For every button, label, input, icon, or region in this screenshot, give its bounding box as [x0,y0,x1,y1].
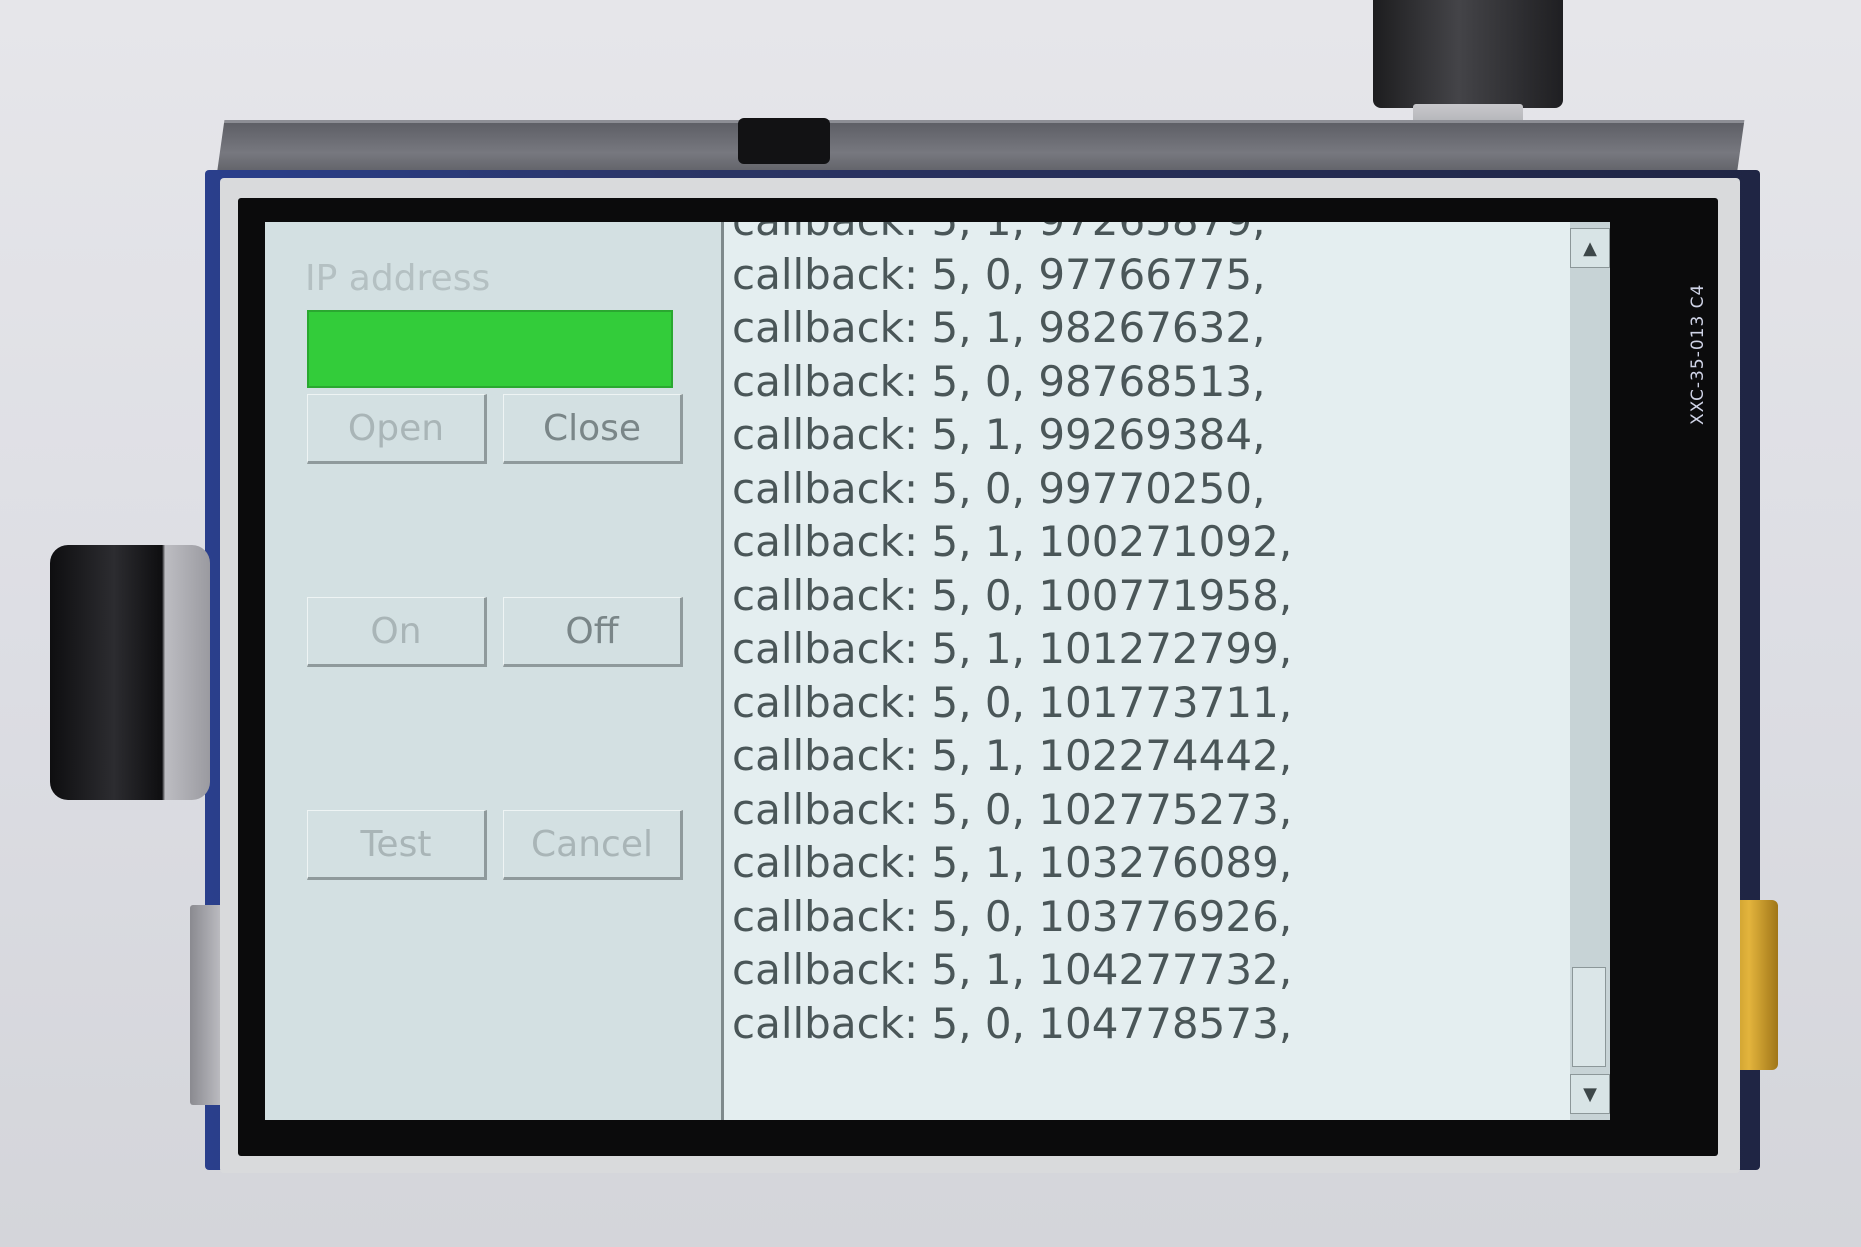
log-scrollbar[interactable]: ▲ ▼ [1570,222,1610,1120]
test-button[interactable]: Test [307,810,487,880]
usb-cable-plug [1373,0,1563,108]
pcb-label: XXC-35-013 C4 [1688,283,1708,425]
lcd-screen: IP address Open Close On Off Test Cancel… [265,222,1610,1120]
close-button[interactable]: Close [503,394,683,464]
on-button[interactable]: On [307,597,487,667]
log-line: callback: 5, 0, 101773711, [732,677,1293,727]
log-line: callback: 5, 0, 104778573, [732,998,1293,1048]
callback-log[interactable]: callback: 5, 1, 97265879,callback: 5, 0,… [724,222,1570,1120]
log-line: callback: 5, 0, 97766775, [732,249,1266,299]
log-line: callback: 5, 1, 97265879, [732,222,1292,248]
log-line: callback: 5, 0, 102775273, [732,784,1293,834]
scroll-down-button[interactable]: ▼ [1570,1074,1610,1114]
board-component [738,118,830,164]
scroll-thumb[interactable] [1572,967,1606,1067]
control-panel: IP address Open Close On Off Test Cancel [265,222,724,1120]
open-button[interactable]: Open [307,394,487,464]
down-arrow-icon: ▼ [1583,1083,1597,1105]
log-list: callback: 5, 1, 97265879,callback: 5, 0,… [732,222,1292,1050]
log-line: callback: 5, 1, 103276089, [732,838,1293,887]
log-line: callback: 5, 1, 101272799, [732,624,1293,673]
log-line: callback: 5, 0, 98768513, [732,356,1266,406]
log-line: callback: 5, 1, 99269384, [732,410,1266,459]
log-line: callback: 5, 0, 103776926, [732,891,1293,941]
log-line: callback: 5, 1, 104277732, [732,945,1293,994]
up-arrow-icon: ▲ [1583,237,1597,259]
scroll-up-button[interactable]: ▲ [1570,228,1610,268]
log-line: callback: 5, 1, 98267632, [732,303,1266,352]
log-line: callback: 5, 1, 102274442, [732,731,1293,780]
side-usb-plug [50,545,210,800]
ip-address-input[interactable] [307,310,673,388]
ip-address-label: IP address [305,258,491,299]
log-line: callback: 5, 1, 100271092, [732,517,1293,566]
cancel-button[interactable]: Cancel [503,810,683,880]
log-line: callback: 5, 0, 100771958, [732,570,1293,620]
log-line: callback: 5, 0, 99770250, [732,463,1266,513]
off-button[interactable]: Off [503,597,683,667]
